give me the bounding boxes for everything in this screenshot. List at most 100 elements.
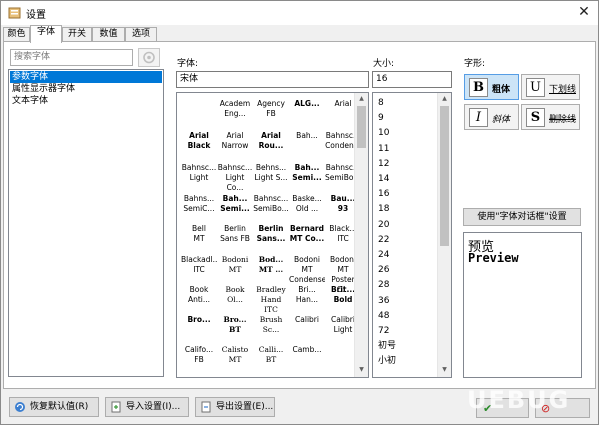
font-list-item[interactable]: Agency FB <box>253 99 289 119</box>
export-icon <box>201 401 211 413</box>
size-list-item[interactable]: 16 <box>378 188 389 200</box>
font-list-item[interactable]: Bro... BT <box>217 315 253 335</box>
category-item[interactable]: 属性显示器字体 <box>10 83 162 95</box>
export-label: 导出设置(E)... <box>216 402 274 412</box>
size-list-item[interactable]: 11 <box>378 143 389 155</box>
font-list-item[interactable]: Bah... Semi... <box>217 194 253 214</box>
underline-icon: U <box>526 78 545 97</box>
font-list-item[interactable]: Berlin Sans... <box>253 224 289 244</box>
font-list-item[interactable]: Brush Sc... <box>253 315 289 335</box>
font-list-item[interactable]: Baske... Old ... <box>289 194 325 214</box>
font-list-item[interactable]: Bah... <box>289 131 325 141</box>
font-list-item[interactable]: Calli... BT <box>253 345 289 365</box>
bold-label: 粗体 <box>492 85 511 95</box>
font-list-item[interactable]: Bahns... SemiC... <box>181 194 217 214</box>
font-list-item[interactable]: Blackadl... ITC <box>181 255 217 275</box>
font-name-input[interactable]: 宋体 <box>176 71 369 88</box>
size-list-item[interactable]: 8 <box>378 97 384 109</box>
scroll-down-icon[interactable]: ▼ <box>438 365 451 375</box>
font-list-item[interactable]: Arial Rou... <box>253 131 289 151</box>
size-list-item[interactable]: 26 <box>378 264 389 276</box>
bold-icon: B <box>469 78 488 97</box>
font-list-item[interactable]: ALG... <box>289 99 325 109</box>
search-input[interactable]: 搜索字体 <box>10 49 133 66</box>
size-list-item[interactable]: 9 <box>378 112 384 124</box>
underline-label: 下划线 <box>549 85 577 95</box>
font-list-item[interactable]: Arial Black <box>181 131 217 151</box>
size-list-item[interactable]: 24 <box>378 249 389 261</box>
font-label: 字体: <box>177 59 199 69</box>
size-list-item[interactable]: 初号 <box>378 340 396 352</box>
settings-window: 设置 ✕ 颜色 字体 开关 数值 选项 搜索字体 参数字体 属性显示器字体 文本… <box>0 0 599 425</box>
font-list-item[interactable]: Bah... Semi... <box>289 163 325 183</box>
font-list-item[interactable]: Calibri <box>289 315 325 325</box>
font-list-item[interactable]: Behns... Light S... <box>253 163 289 183</box>
size-label: 大小: <box>373 59 395 69</box>
tab-colors[interactable]: 颜色 <box>3 27 30 42</box>
font-list-scrollbar[interactable]: ▲ ▼ <box>354 93 368 377</box>
tab-fonts[interactable]: 字体 <box>30 25 62 43</box>
font-list-item[interactable]: Book Anti... <box>181 285 217 305</box>
scroll-thumb[interactable] <box>440 106 449 246</box>
font-list-item[interactable]: Califo... FB <box>181 345 217 365</box>
font-list-item[interactable]: Academ Eng... <box>217 99 253 119</box>
use-font-dialog-button[interactable]: 使用"字体对话框"设置 <box>463 208 581 226</box>
font-list-item[interactable]: Arial Narrow <box>217 131 253 151</box>
font-list-item[interactable]: Bodoni MT <box>217 255 253 275</box>
font-list-item[interactable]: Calisto MT <box>217 345 253 365</box>
strikethrough-icon: S <box>526 108 545 127</box>
scroll-up-icon[interactable]: ▲ <box>438 94 451 104</box>
import-icon <box>111 401 121 413</box>
font-list-item[interactable]: Berlin Sans FB <box>217 224 253 244</box>
watermark: UEBUG <box>467 386 571 414</box>
size-list-scrollbar[interactable]: ▲ ▼ <box>437 93 451 377</box>
bold-toggle[interactable]: B 粗体 <box>464 74 519 100</box>
size-list-item[interactable]: 48 <box>378 310 389 322</box>
underline-toggle[interactable]: U 下划线 <box>521 74 580 100</box>
strikethrough-toggle[interactable]: S 删除线 <box>521 104 580 130</box>
size-list-item[interactable]: 20 <box>378 219 389 231</box>
size-list-item[interactable]: 72 <box>378 325 389 337</box>
italic-toggle[interactable]: I 斜体 <box>464 104 519 130</box>
font-list-item[interactable]: Bernard MT Co... <box>289 224 325 244</box>
size-list[interactable]: 8 9 10 11 12 14 16 18 20 22 24 26 28 36 48 72 初号小初 ▲ ▼ <box>372 92 452 378</box>
font-list-item[interactable]: Book Ol... <box>217 285 253 305</box>
scroll-thumb[interactable] <box>357 106 366 148</box>
font-list-item[interactable]: Bahnsc... Light <box>181 163 217 183</box>
scroll-up-icon[interactable]: ▲ <box>355 94 368 104</box>
close-icon[interactable]: ✕ <box>575 4 593 20</box>
font-list-item[interactable]: Bahnsc... Light Co... <box>217 163 253 193</box>
category-item[interactable]: 文本字体 <box>10 95 162 107</box>
font-list-item[interactable]: Bod... MT ... <box>253 255 289 275</box>
tab-options[interactable]: 选项 <box>125 27 157 42</box>
tab-switches[interactable]: 开关 <box>62 27 92 42</box>
size-list-item[interactable]: 18 <box>378 203 389 215</box>
font-list-item[interactable]: Bri... Han... <box>289 285 325 305</box>
size-list-item[interactable]: 22 <box>378 234 389 246</box>
category-item[interactable]: 参数字体 <box>10 71 162 83</box>
title-bar: 设置 ✕ <box>1 1 598 25</box>
preview-line-2: Preview <box>468 251 519 265</box>
font-list[interactable]: Academ Eng... Agency FB ALG... Arial Arial B… <box>176 92 369 378</box>
scroll-down-icon[interactable]: ▼ <box>355 365 368 375</box>
tab-values[interactable]: 数值 <box>92 27 125 42</box>
search-button[interactable] <box>138 48 160 67</box>
size-list-item[interactable]: 10 <box>378 127 389 139</box>
font-list-item[interactable]: Bradley Hand ITC <box>253 285 289 315</box>
font-list-item[interactable]: Bodoni MT Condensed <box>289 255 325 285</box>
size-input[interactable]: 16 <box>372 71 452 88</box>
size-list-item[interactable]: 28 <box>378 279 389 291</box>
size-list-item[interactable]: 36 <box>378 295 389 307</box>
category-list[interactable]: 参数字体 属性显示器字体 文本字体 <box>8 69 164 377</box>
font-list-item[interactable]: Bahnsc... SemiBo... <box>253 194 289 214</box>
font-list-item[interactable]: Bro... <box>181 315 217 325</box>
size-list-item[interactable]: 小初 <box>378 355 396 367</box>
size-list-item[interactable]: 14 <box>378 173 389 185</box>
font-list-item[interactable]: Bell MT <box>181 224 217 244</box>
font-list-item[interactable]: Camb... <box>289 345 325 355</box>
italic-icon: I <box>469 108 488 127</box>
import-settings-button[interactable]: 导入设置(I)... <box>105 397 189 417</box>
export-settings-button[interactable]: 导出设置(E)... <box>195 397 275 417</box>
size-list-item[interactable]: 12 <box>378 158 389 170</box>
restore-defaults-button[interactable]: 恢复默认值(R) <box>9 397 99 417</box>
